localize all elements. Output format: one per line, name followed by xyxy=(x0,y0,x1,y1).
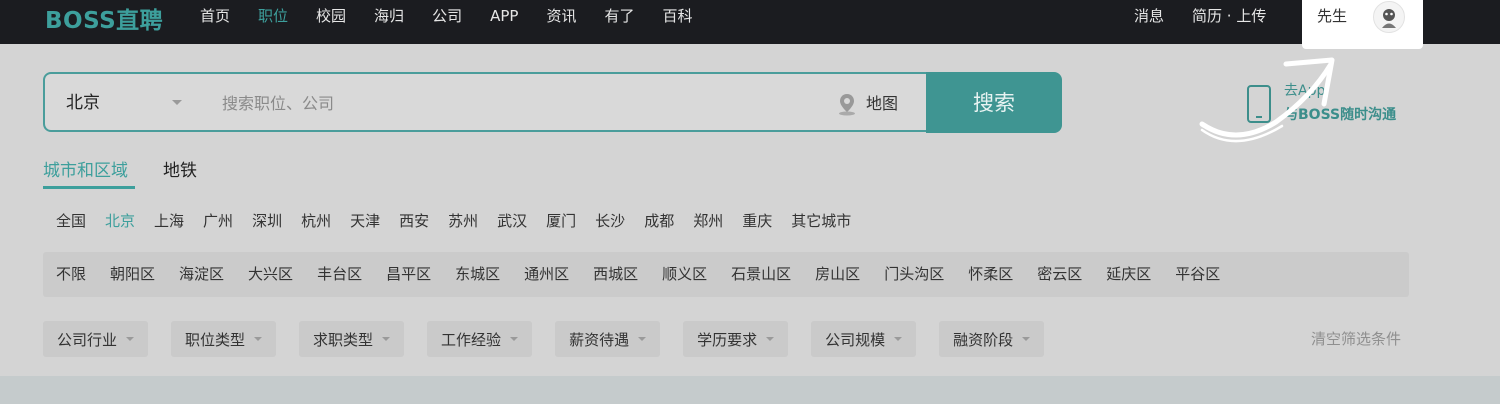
active-tab-indicator xyxy=(43,186,135,189)
district-item[interactable]: 怀柔区 xyxy=(968,264,1013,284)
top-navbar: BOSS直聘 首页 职位 校园 海归 公司 APP 资讯 有了 百科 消息 简历… xyxy=(0,0,1500,44)
main-nav: 首页 职位 校园 海归 公司 APP 资讯 有了 百科 xyxy=(200,6,720,26)
district-item[interactable]: 平谷区 xyxy=(1175,264,1220,284)
filter-label: 工作经验 xyxy=(441,330,502,349)
district-item[interactable]: 延庆区 xyxy=(1106,264,1151,284)
city-list: 全国 北京 上海 广州 深圳 杭州 天津 西安 苏州 武汉 厦门 长沙 成都 郑… xyxy=(56,211,870,231)
chevron-down-icon xyxy=(1022,337,1031,341)
filter-seek-type[interactable]: 求职类型 xyxy=(299,321,405,357)
city-item[interactable]: 其它城市 xyxy=(791,211,851,231)
filter-funding-stage[interactable]: 融资阶段 xyxy=(939,321,1045,357)
city-selector[interactable]: 北京 xyxy=(66,92,100,114)
chevron-down-icon xyxy=(638,337,647,341)
chevron-down-icon xyxy=(254,337,263,341)
search-button[interactable]: 搜索 xyxy=(926,72,1062,133)
chevron-down-icon xyxy=(894,337,903,341)
district-item[interactable]: 不限 xyxy=(56,264,86,284)
messages-link[interactable]: 消息 xyxy=(1134,6,1164,26)
district-item[interactable]: 大兴区 xyxy=(248,264,293,284)
district-item[interactable]: 房山区 xyxy=(815,264,860,284)
district-item[interactable]: 丰台区 xyxy=(317,264,362,284)
filter-bar: 公司行业 职位类型 求职类型 工作经验 薪资待遇 学历要求 公司规模 融资阶段 xyxy=(43,321,1067,357)
city-item[interactable]: 杭州 xyxy=(301,211,331,231)
tab-city-area[interactable]: 城市和区域 xyxy=(43,160,128,182)
nav-company[interactable]: 公司 xyxy=(432,6,462,26)
city-item[interactable]: 长沙 xyxy=(595,211,625,231)
city-item[interactable]: 郑州 xyxy=(693,211,723,231)
filter-job-type[interactable]: 职位类型 xyxy=(171,321,277,357)
nav-jobs[interactable]: 职位 xyxy=(258,6,288,26)
map-label: 地图 xyxy=(866,94,899,113)
nav-app[interactable]: APP xyxy=(490,6,518,26)
filter-salary[interactable]: 薪资待遇 xyxy=(555,321,661,357)
location-pin-icon xyxy=(839,94,855,116)
chevron-down-icon xyxy=(382,337,391,341)
header-right-links: 消息 简历 · 上传 xyxy=(1134,6,1266,26)
city-item[interactable]: 全国 xyxy=(56,211,86,231)
city-item[interactable]: 重庆 xyxy=(742,211,772,231)
user-name[interactable]: 先生 xyxy=(1317,6,1347,26)
clear-filters-link[interactable]: 清空筛选条件 xyxy=(1311,329,1401,349)
chevron-down-icon[interactable] xyxy=(172,100,182,105)
filter-label: 公司规模 xyxy=(825,330,886,349)
filter-company-size[interactable]: 公司规模 xyxy=(811,321,917,357)
city-item[interactable]: 苏州 xyxy=(448,211,478,231)
city-item[interactable]: 厦门 xyxy=(546,211,576,231)
avatar-icon xyxy=(1382,9,1396,28)
filter-label: 职位类型 xyxy=(185,330,246,349)
city-item[interactable]: 武汉 xyxy=(497,211,527,231)
district-item[interactable]: 东城区 xyxy=(455,264,500,284)
city-item[interactable]: 西安 xyxy=(399,211,429,231)
district-item[interactable]: 海淀区 xyxy=(179,264,224,284)
city-item[interactable]: 广州 xyxy=(203,211,233,231)
curved-arrow-icon xyxy=(1199,57,1335,143)
district-item[interactable]: 石景山区 xyxy=(731,264,791,284)
resume-upload-link[interactable]: 简历 · 上传 xyxy=(1192,6,1266,26)
district-item[interactable]: 昌平区 xyxy=(386,264,431,284)
filter-label: 融资阶段 xyxy=(953,330,1014,349)
nav-wiki[interactable]: 百科 xyxy=(662,6,692,26)
filter-experience[interactable]: 工作经验 xyxy=(427,321,533,357)
city-item[interactable]: 深圳 xyxy=(252,211,282,231)
content-area-top xyxy=(0,376,1500,404)
city-item[interactable]: 天津 xyxy=(350,211,380,231)
city-item[interactable]: 成都 xyxy=(644,211,674,231)
chevron-down-icon xyxy=(126,337,135,341)
chevron-down-icon xyxy=(510,337,519,341)
tab-metro[interactable]: 地铁 xyxy=(163,160,197,182)
filter-label: 求职类型 xyxy=(313,330,374,349)
nav-overseas[interactable]: 海归 xyxy=(374,6,404,26)
nav-youle[interactable]: 有了 xyxy=(604,6,634,26)
district-item[interactable]: 密云区 xyxy=(1037,264,1082,284)
district-item[interactable]: 西城区 xyxy=(593,264,638,284)
chevron-down-icon xyxy=(766,337,775,341)
filter-label: 公司行业 xyxy=(57,330,118,349)
map-button[interactable]: 地图 xyxy=(836,92,898,116)
city-item[interactable]: 上海 xyxy=(154,211,184,231)
filter-education[interactable]: 学历要求 xyxy=(683,321,789,357)
district-item[interactable]: 通州区 xyxy=(524,264,569,284)
district-list: 不限 朝阳区 海淀区 大兴区 丰台区 昌平区 东城区 通州区 西城区 顺义区 石… xyxy=(56,264,1244,284)
avatar[interactable] xyxy=(1373,1,1405,33)
nav-home[interactable]: 首页 xyxy=(200,6,230,26)
filter-industry[interactable]: 公司行业 xyxy=(43,321,149,357)
filter-label: 学历要求 xyxy=(697,330,758,349)
nav-campus[interactable]: 校园 xyxy=(316,6,346,26)
boss-logo[interactable]: BOSS直聘 xyxy=(45,1,163,35)
city-item-active[interactable]: 北京 xyxy=(105,211,135,231)
district-item[interactable]: 顺义区 xyxy=(662,264,707,284)
search-input[interactable] xyxy=(222,90,812,116)
district-item[interactable]: 朝阳区 xyxy=(110,264,155,284)
filter-label: 薪资待遇 xyxy=(569,330,630,349)
nav-news[interactable]: 资讯 xyxy=(546,6,576,26)
district-item[interactable]: 门头沟区 xyxy=(884,264,944,284)
